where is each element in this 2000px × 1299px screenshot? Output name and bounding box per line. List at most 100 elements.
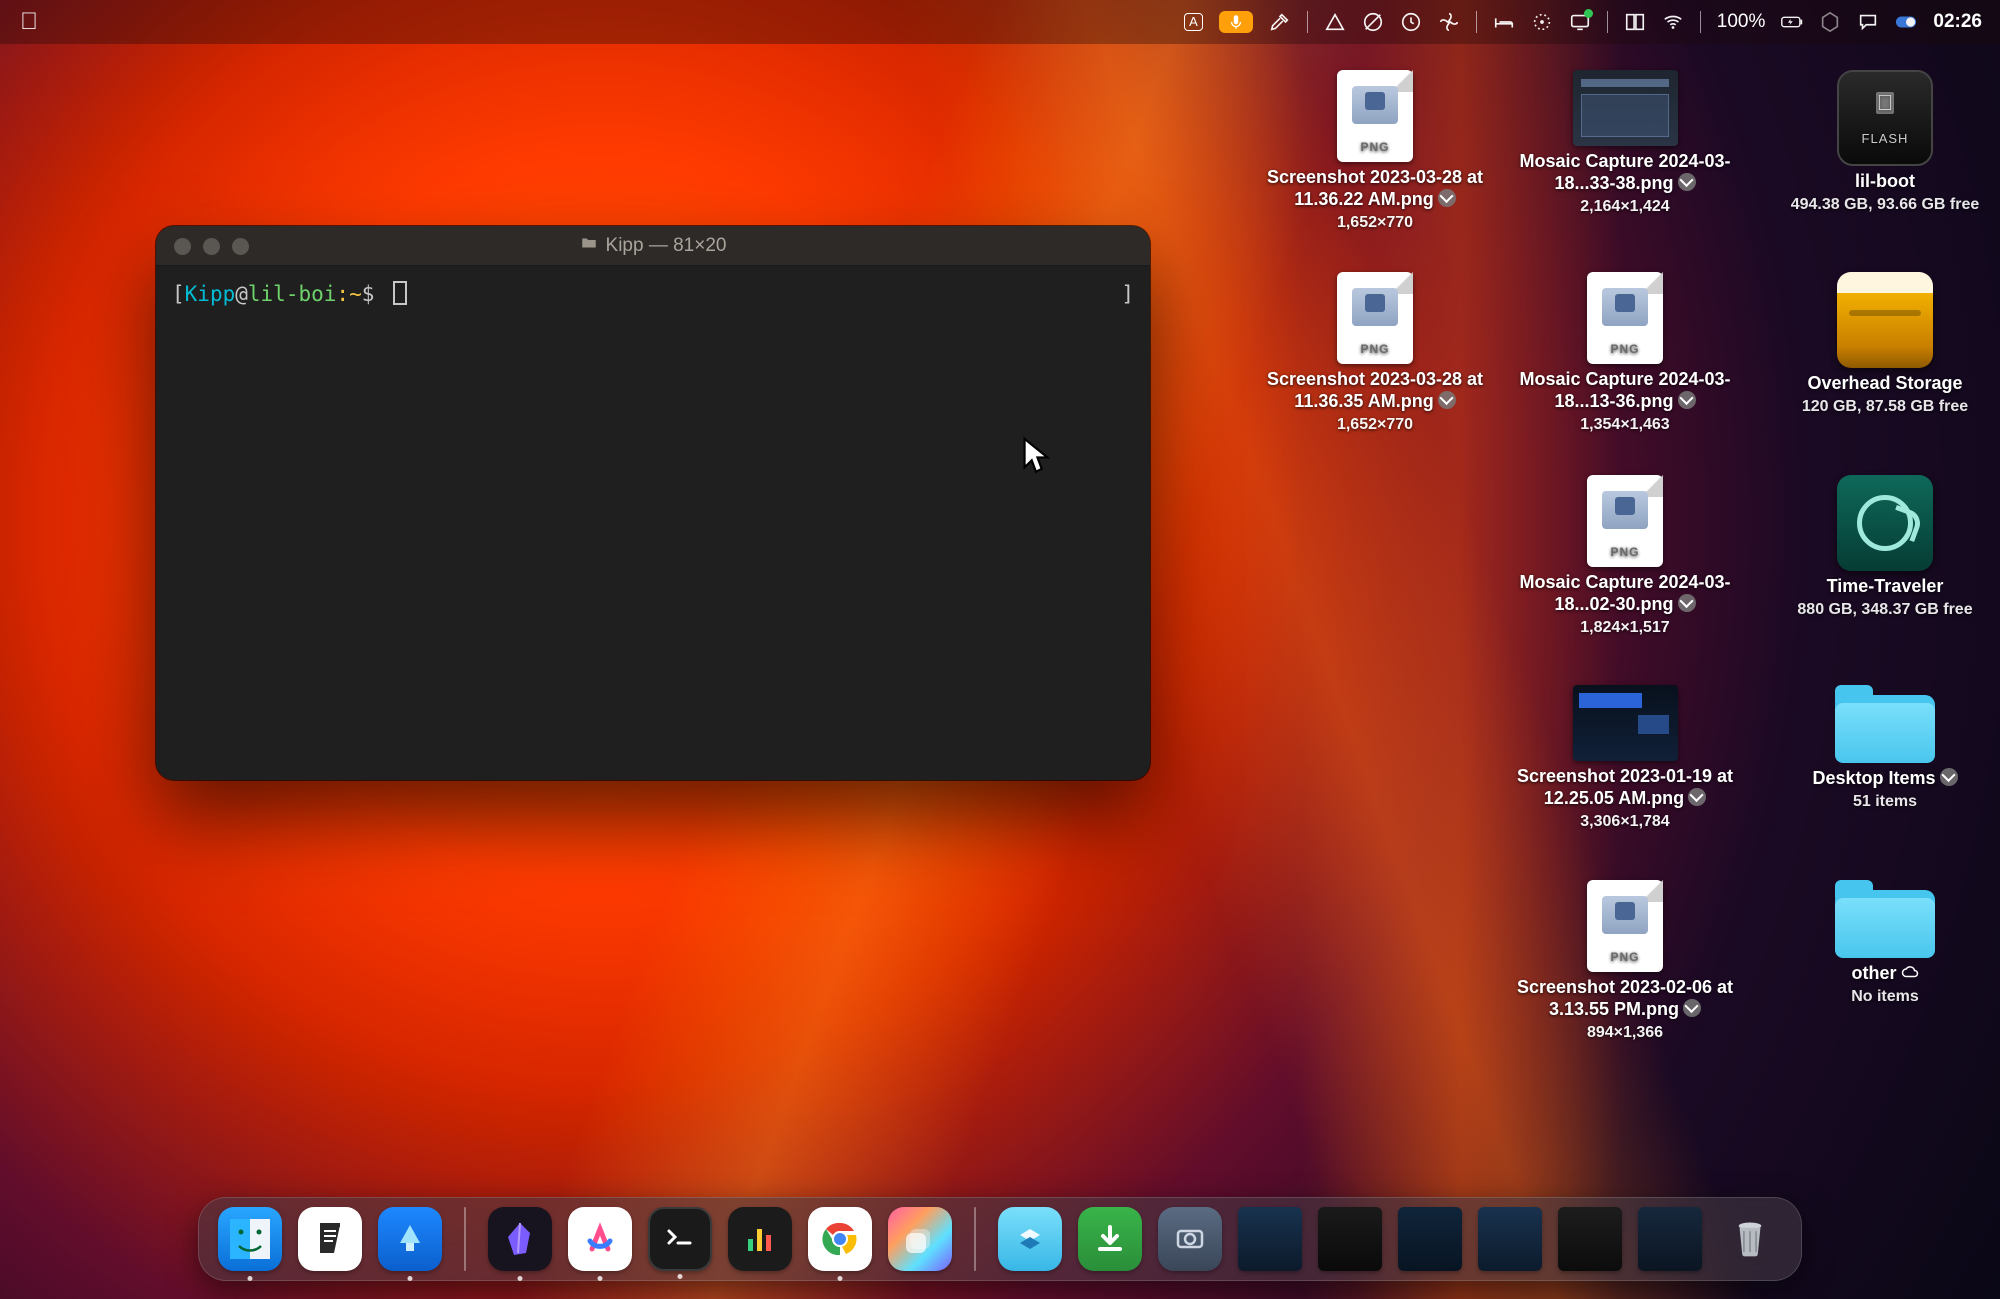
dock-folder-downloads[interactable]	[1078, 1207, 1142, 1271]
dock-app-terminal[interactable]	[648, 1207, 712, 1271]
png-file-icon: PNG	[1587, 880, 1663, 972]
prompt-close-bracket: ]	[1121, 280, 1134, 308]
hammer-icon[interactable]	[1269, 11, 1291, 33]
file-dimensions: 2,164×1,424	[1580, 198, 1669, 216]
file-name: Mosaic Capture 2024-03-18...33-38.png	[1519, 151, 1730, 193]
desktop-file[interactable]: PNG Screenshot 2023-03-28 at 11.36.35 AM…	[1260, 272, 1490, 434]
drive-name: Time-Traveler	[1827, 575, 1944, 597]
folder-item-count: 51 items	[1853, 793, 1917, 811]
display-badge-icon[interactable]	[1569, 11, 1591, 33]
dock-app-finder[interactable]	[218, 1207, 282, 1271]
file-dimensions: 894×1,366	[1587, 1024, 1663, 1042]
png-file-icon: PNG	[1587, 475, 1663, 567]
download-badge-icon	[1688, 788, 1706, 806]
desktop-file[interactable]: Mosaic Capture 2024-03-18...33-38.png 2,…	[1510, 70, 1740, 216]
prompt-at: @	[235, 282, 248, 306]
dock-app-arc[interactable]	[568, 1207, 632, 1271]
file-dimensions: 1,652×770	[1337, 214, 1413, 232]
dock-minimized-window[interactable]	[1558, 1207, 1622, 1271]
dock-folder-applications[interactable]	[998, 1207, 1062, 1271]
desktop-drive[interactable]: Time-Traveler 880 GB, 348.37 GB free	[1770, 475, 2000, 619]
apple-menu-icon[interactable]: 	[18, 11, 40, 33]
triangle-icon[interactable]	[1324, 11, 1346, 33]
menubar-separator	[1607, 11, 1608, 33]
prompt-sep: :	[336, 282, 349, 306]
terminal-titlebar[interactable]: Kipp — 81×20	[156, 226, 1150, 266]
folder-name: Desktop Items	[1812, 768, 1935, 788]
mic-active-indicator[interactable]	[1219, 11, 1253, 33]
dock-app-notes[interactable]	[298, 1207, 362, 1271]
dock-minimized-window[interactable]	[1478, 1207, 1542, 1271]
desktop-drive[interactable]: Overhead Storage 120 GB, 87.58 GB free	[1770, 272, 2000, 416]
speech-icon[interactable]	[1857, 11, 1879, 33]
window-tiling-icon[interactable]	[1624, 11, 1646, 33]
image-thumbnail-icon	[1573, 70, 1678, 146]
terminal-title-sep: —	[644, 235, 674, 257]
desktop-folder[interactable]: other No items	[1770, 880, 2000, 1006]
dock-minimized-window[interactable]	[1398, 1207, 1462, 1271]
zoom-button[interactable]	[232, 238, 249, 255]
download-badge-icon	[1678, 173, 1696, 191]
dock-separator	[974, 1207, 976, 1271]
png-file-icon: PNG	[1337, 272, 1413, 364]
dock-app-shortcuts[interactable]	[888, 1207, 952, 1271]
fan-icon[interactable]	[1438, 11, 1460, 33]
battery-charging-icon[interactable]	[1781, 11, 1803, 33]
desktop-file[interactable]: Screenshot 2023-01-19 at 12.25.05 AM.png…	[1510, 685, 1740, 831]
folder-name: other	[1852, 963, 1897, 983]
dock-app-beacon[interactable]	[378, 1207, 442, 1271]
wifi-icon[interactable]	[1662, 11, 1684, 33]
terminal-window[interactable]: Kipp — 81×20 [Kipp@lil-boi:~$ ]	[156, 226, 1150, 780]
close-button[interactable]	[174, 238, 191, 255]
battery-percentage[interactable]: 100%	[1717, 11, 1766, 33]
desktop-file[interactable]: PNG Screenshot 2023-03-28 at 11.36.22 AM…	[1260, 70, 1490, 232]
folder-icon	[1835, 685, 1935, 763]
dock-app-activity[interactable]	[728, 1207, 792, 1271]
download-badge-icon	[1940, 768, 1958, 786]
file-name: Mosaic Capture 2024-03-18...02-30.png	[1519, 572, 1730, 614]
prompt-open-bracket: [	[172, 282, 185, 306]
dock-app-obsidian[interactable]	[488, 1207, 552, 1271]
desktop-file[interactable]: PNG Mosaic Capture 2024-03-18...02-30.pn…	[1510, 475, 1740, 637]
gear-dotted-icon[interactable]	[1531, 11, 1553, 33]
drive-name: lil-boot	[1855, 170, 1915, 192]
menubar:  A 100% 02:26	[0, 0, 2000, 44]
menubar-separator	[1476, 11, 1477, 33]
desktop-file[interactable]: PNG Screenshot 2023-02-06 at 3.13.55 PM.…	[1510, 880, 1740, 1042]
minimize-button[interactable]	[203, 238, 220, 255]
terminal-title-dims: 81×20	[673, 235, 726, 257]
image-thumbnail-icon	[1573, 685, 1678, 761]
desktop-folder[interactable]: Desktop Items 51 items	[1770, 685, 2000, 811]
prompt-path: ~	[349, 282, 362, 306]
drive-capacity: 494.38 GB, 93.66 GB free	[1791, 196, 1980, 214]
folder-item-count: No items	[1851, 988, 1919, 1006]
input-source-indicator[interactable]: A	[1184, 13, 1203, 31]
menubar-clock[interactable]: 02:26	[1933, 11, 1982, 33]
file-name: Screenshot 2023-02-06 at 3.13.55 PM.png	[1517, 977, 1733, 1019]
clock-history-icon[interactable]	[1400, 11, 1422, 33]
file-name: Mosaic Capture 2024-03-18...13-36.png	[1519, 369, 1730, 411]
desktop-drive[interactable]:  lil-boot 494.38 GB, 93.66 GB free	[1770, 70, 2000, 214]
desktop-file[interactable]: PNG Mosaic Capture 2024-03-18...13-36.pn…	[1510, 272, 1740, 434]
download-badge-icon	[1683, 999, 1701, 1017]
dock-trash[interactable]	[1718, 1207, 1782, 1271]
terminal-body[interactable]: [Kipp@lil-boi:~$ ]	[156, 266, 1150, 780]
external-drive-icon	[1837, 272, 1933, 368]
prompt-host: lil-boi	[248, 282, 337, 306]
globe-slash-icon[interactable]	[1362, 11, 1384, 33]
dock-minimized-window[interactable]	[1638, 1207, 1702, 1271]
dock-separator	[464, 1207, 466, 1271]
dock-minimized-window[interactable]	[1238, 1207, 1302, 1271]
dock-app-chrome[interactable]	[808, 1207, 872, 1271]
dock-minimized-window[interactable]	[1318, 1207, 1382, 1271]
download-badge-icon	[1678, 594, 1696, 612]
folder-icon	[580, 234, 598, 258]
download-badge-icon	[1438, 189, 1456, 207]
toggle-icon[interactable]	[1895, 11, 1917, 33]
window-traffic-lights[interactable]	[174, 238, 249, 255]
drive-capacity: 880 GB, 348.37 GB free	[1797, 601, 1972, 619]
hex-icon[interactable]	[1819, 11, 1841, 33]
bed-icon[interactable]	[1493, 11, 1515, 33]
dock-folder-screenshots[interactable]	[1158, 1207, 1222, 1271]
file-dimensions: 1,354×1,463	[1580, 416, 1669, 434]
